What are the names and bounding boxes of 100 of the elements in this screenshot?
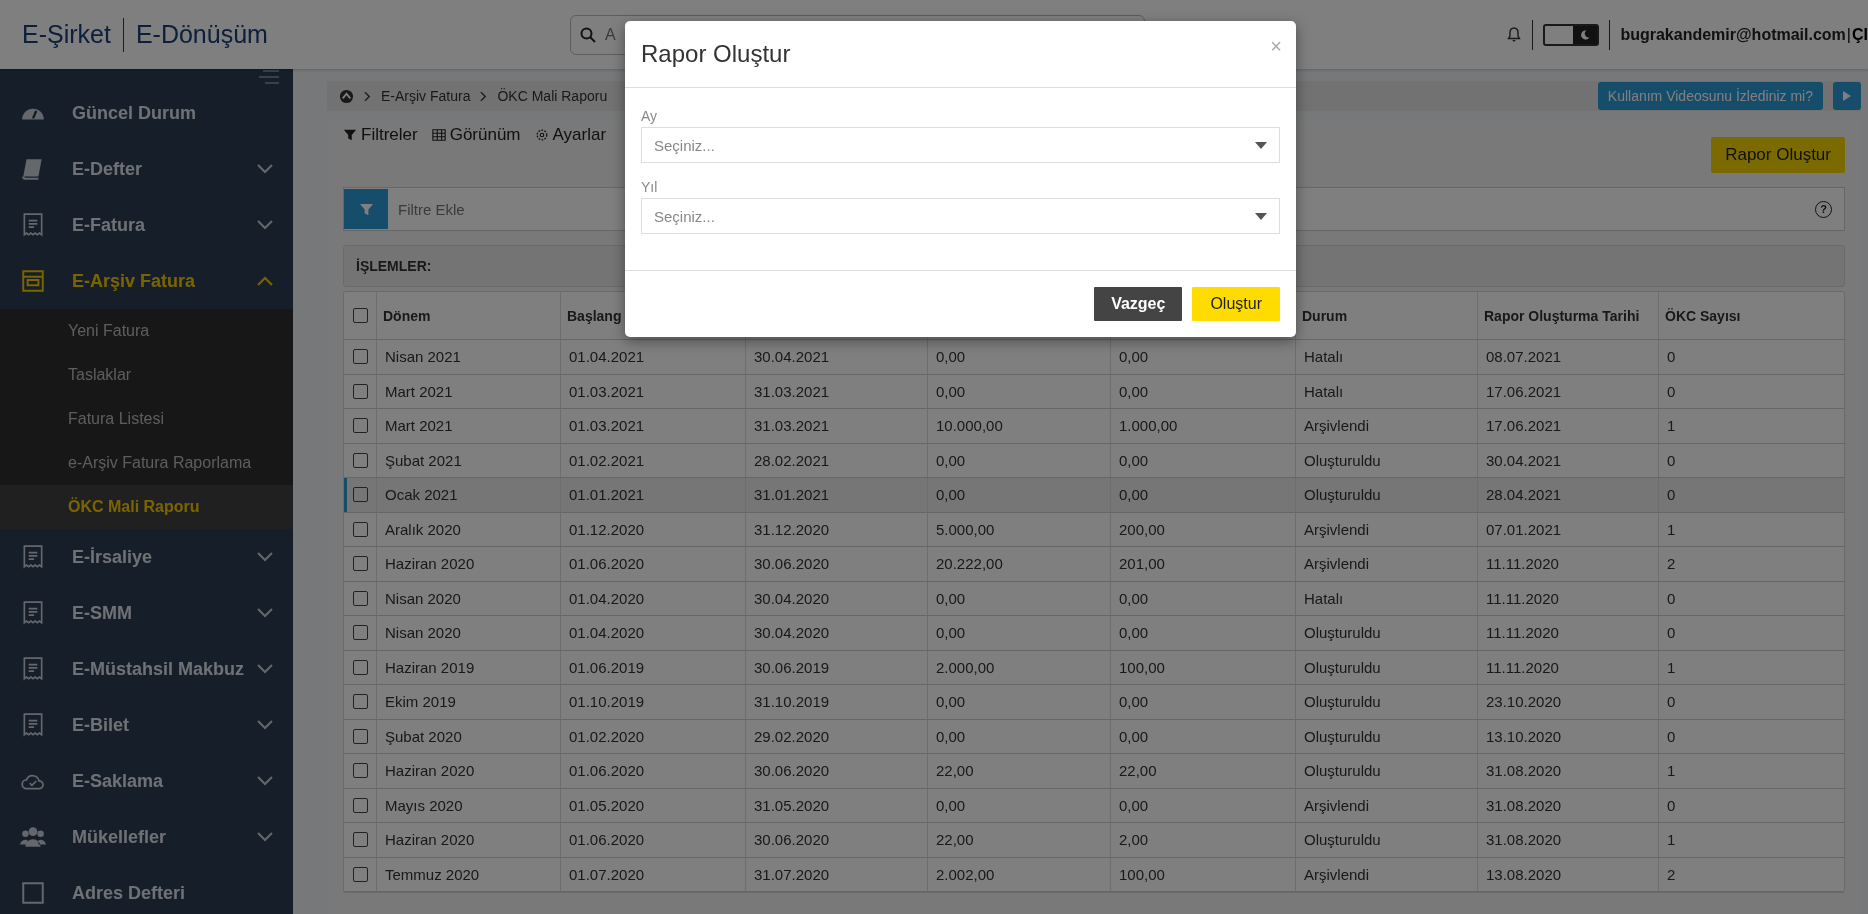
- table-cell: 30.04.2021: [754, 348, 830, 366]
- table-cell: 31.12.2020: [754, 520, 830, 538]
- table-cell: 0: [1667, 382, 1676, 400]
- table-cell: 13.08.2020: [1486, 865, 1562, 883]
- table-cell: 0: [1667, 451, 1676, 469]
- table-cell: Şubat 2020: [385, 727, 462, 745]
- table-cell: Haziran 2020: [385, 555, 475, 573]
- table-cell: Haziran 2020: [385, 762, 475, 780]
- table-cell: 31.01.2021: [754, 486, 830, 504]
- table-cell: Nisan 2021: [385, 348, 461, 366]
- table-cell: 01.04.2020: [569, 624, 645, 642]
- table-cell: 0: [1667, 589, 1676, 607]
- table-cell: Oluşturuldu: [1304, 451, 1381, 469]
- table-cell: 0,00: [936, 486, 966, 504]
- table-cell: Oluşturuldu: [1304, 831, 1381, 849]
- field-label: Ay: [641, 108, 659, 124]
- table-cell: 07.01.2021: [1486, 520, 1562, 538]
- table-cell: 28.04.2021: [1486, 486, 1562, 504]
- table-cell: 1.000,00: [1119, 417, 1178, 435]
- table-cell: 01.03.2021: [569, 382, 645, 400]
- table-cell: Oluşturuldu: [1304, 486, 1381, 504]
- table-cell: Mart 2021: [385, 382, 453, 400]
- table-cell: 11.11.2020: [1486, 658, 1559, 676]
- table-cell: 28.02.2021: [754, 451, 830, 469]
- table-cell: Arşivlendi: [1304, 417, 1370, 435]
- table-cell: Arşivlendi: [1304, 555, 1370, 573]
- table-cell: 30.04.2021: [1486, 451, 1562, 469]
- table-cell: 31.05.2020: [754, 796, 830, 814]
- table-cell: 0,00: [1119, 589, 1149, 607]
- table-cell: Nisan 2020: [385, 589, 461, 607]
- table-cell: 22,00: [936, 831, 974, 849]
- table-cell: Temmuz 2020: [385, 865, 480, 883]
- table-cell: Mayıs 2020: [385, 796, 463, 814]
- table-cell: Oluşturuldu: [1304, 624, 1381, 642]
- table-cell: 0,00: [936, 727, 966, 745]
- table-cell: 17.06.2021: [1486, 382, 1562, 400]
- table-cell: 29.02.2020: [754, 727, 830, 745]
- table-cell: 11.11.2020: [1486, 555, 1559, 573]
- table-cell: 0,00: [936, 693, 966, 711]
- table-cell: 2,00: [1119, 831, 1149, 849]
- table-cell: Arşivlendi: [1304, 796, 1370, 814]
- table-cell: 01.02.2020: [569, 727, 645, 745]
- table-cell: 100,00: [1119, 658, 1165, 676]
- table-cell: Nisan 2020: [385, 624, 461, 642]
- table-cell: 10.000,00: [936, 417, 1003, 435]
- table-cell: 2.000,00: [936, 658, 995, 676]
- table-cell: 1: [1667, 831, 1676, 849]
- table-cell: 1: [1667, 762, 1676, 780]
- table-cell: 01.06.2020: [569, 831, 645, 849]
- table-cell: 5.000,00: [936, 520, 995, 538]
- table-cell: 2.002,00: [936, 865, 995, 883]
- table-cell: 0: [1667, 693, 1676, 711]
- table-cell: Hatalı: [1304, 382, 1344, 400]
- table-cell: 1: [1667, 520, 1676, 538]
- table-cell: 31.08.2020: [1486, 831, 1562, 849]
- dialog-title: Rapor Oluştur: [641, 40, 791, 68]
- table-cell: 01.06.2020: [569, 555, 645, 573]
- table-cell: 01.04.2021: [569, 348, 645, 366]
- table-cell: 01.12.2020: [569, 520, 645, 538]
- table-cell: 0,00: [936, 589, 966, 607]
- table-cell: 13.10.2020: [1486, 727, 1562, 745]
- table-cell: 31.03.2021: [754, 417, 830, 435]
- table-cell: 200,00: [1119, 520, 1165, 538]
- table-cell: 0: [1667, 796, 1676, 814]
- separator-text: |: [1846, 25, 1851, 44]
- table-cell: 22,00: [936, 762, 974, 780]
- table-cell: 1: [1667, 658, 1676, 676]
- table-cell: 1: [1667, 417, 1676, 435]
- table-cell: 01.06.2020: [569, 762, 645, 780]
- table-cell: 0,00: [1119, 624, 1149, 642]
- table-cell: 31.08.2020: [1486, 796, 1562, 814]
- table-cell: Oluşturuldu: [1304, 658, 1381, 676]
- table-cell: 01.05.2020: [569, 796, 645, 814]
- table-cell: 0: [1667, 727, 1676, 745]
- table-cell: 01.03.2021: [569, 417, 645, 435]
- table-cell: 31.07.2020: [754, 865, 830, 883]
- table-cell: 0,00: [936, 796, 966, 814]
- table-cell: Ekim 2019: [385, 693, 456, 711]
- table-cell: 20.222,00: [936, 555, 1003, 573]
- table-cell: 30.06.2019: [754, 658, 830, 676]
- table-cell: 0,00: [1119, 348, 1149, 366]
- table-cell: 31.10.2019: [754, 693, 830, 711]
- table-cell: 01.01.2021: [569, 486, 645, 504]
- table-cell: 31.08.2020: [1486, 762, 1562, 780]
- table-cell: Şubat 2021: [385, 451, 462, 469]
- table-cell: 100,00: [1119, 865, 1165, 883]
- table-cell: 01.10.2019: [569, 693, 645, 711]
- table-cell: 0,00: [936, 624, 966, 642]
- table-cell: Haziran 2020: [385, 831, 475, 849]
- table-cell: Ocak 2021: [385, 486, 458, 504]
- table-cell: 0: [1667, 486, 1676, 504]
- table-cell: 0,00: [1119, 796, 1149, 814]
- table-cell: 30.06.2020: [754, 831, 830, 849]
- table-cell: 17.06.2021: [1486, 417, 1562, 435]
- field-label: Yıl: [641, 179, 659, 195]
- table-cell: Aralık 2020: [385, 520, 461, 538]
- table-cell: Hatalı: [1304, 589, 1344, 607]
- table-cell: Arşivlendi: [1304, 865, 1370, 883]
- table-cell: 30.04.2020: [754, 624, 830, 642]
- table-cell: Oluşturuldu: [1304, 762, 1381, 780]
